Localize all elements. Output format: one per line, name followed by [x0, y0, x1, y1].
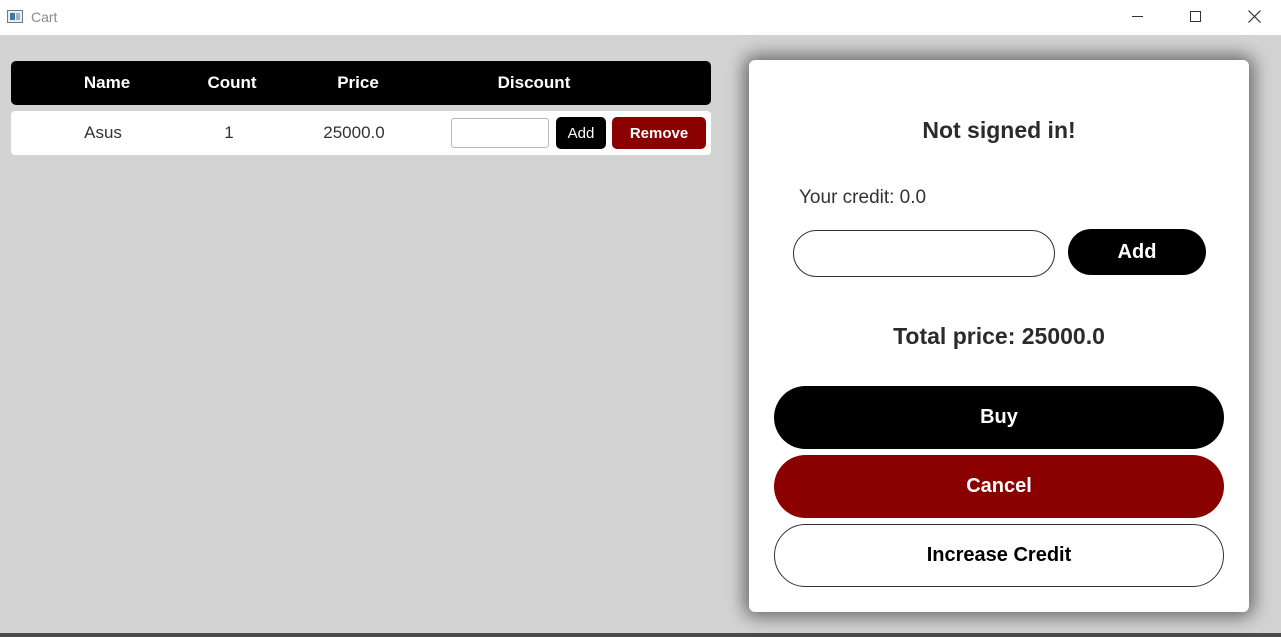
window-title: Cart	[31, 9, 58, 25]
cell-price: 25000.0	[323, 123, 385, 142]
signin-status: Not signed in!	[922, 117, 1076, 143]
table-row: Asus 1 25000.0 Add Remove	[11, 111, 711, 155]
column-header-name: Name	[83, 73, 131, 92]
credit-amount-input[interactable]	[793, 230, 1055, 277]
column-header-price: Price	[337, 73, 379, 92]
discount-input[interactable]	[451, 118, 549, 148]
close-button[interactable]	[1225, 0, 1281, 32]
maximize-icon	[1189, 10, 1201, 22]
window-titlebar[interactable]: Cart	[0, 0, 1281, 35]
increase-credit-button[interactable]: Increase Credit	[774, 524, 1224, 587]
column-header-count: Count	[207, 73, 257, 92]
cart-table-header: Name Count Price Discount	[11, 61, 711, 105]
cell-name: Asus	[84, 123, 122, 142]
maximize-button[interactable]	[1166, 0, 1224, 32]
minimize-button[interactable]	[1108, 0, 1166, 32]
total-price: Total price: 25000.0	[893, 323, 1105, 349]
add-discount-button[interactable]: Add	[556, 117, 606, 149]
add-credit-button[interactable]: Add	[1068, 229, 1206, 275]
window-bottom-border	[0, 633, 1281, 637]
app-window-icon	[7, 10, 23, 23]
remove-item-button[interactable]: Remove	[612, 117, 706, 149]
credit-label: Your credit: 0.0	[799, 187, 927, 208]
cancel-button[interactable]: Cancel	[774, 455, 1224, 518]
close-icon	[1247, 9, 1261, 23]
minimize-icon	[1131, 15, 1143, 17]
cell-count: 1	[224, 123, 234, 142]
buy-button[interactable]: Buy	[774, 386, 1224, 449]
column-header-discount: Discount	[497, 73, 571, 92]
checkout-panel: Not signed in! Your credit: 0.0 Add Tota…	[749, 60, 1249, 612]
